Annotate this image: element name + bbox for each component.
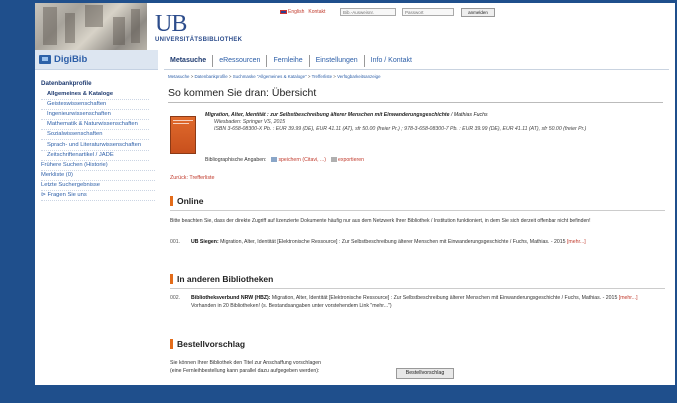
record-details: Migration, Alter, Identität : zur Selbst… (205, 112, 665, 133)
other-libraries-header: In anderen Bibliotheken (170, 274, 273, 284)
book-cover (170, 116, 196, 154)
breadcrumb: Metasuche > Datenbankprofile > Suchmaske… (168, 74, 381, 79)
record-author: / Mathias Fuchs (449, 112, 488, 118)
title-divider (168, 102, 663, 103)
online-section-header: Online (170, 196, 203, 206)
hit-source: UB Siegen: (191, 239, 219, 245)
logo-subtitle: UNIVERSITÄTSBIBLIOTHEK (155, 37, 243, 43)
profiles-heading: Datenbankprofile (41, 80, 92, 87)
crumb-metasuche[interactable]: Metasuche (168, 74, 189, 79)
recent-results-link[interactable]: Letzte Suchergebnisse (41, 181, 155, 191)
tab-einstellungen[interactable]: Einstellungen (308, 55, 364, 67)
export-icon (331, 157, 338, 163)
other-divider (170, 288, 665, 289)
back-to-results-link[interactable]: Zurück: Trefferliste (170, 175, 215, 181)
record-publisher: Wiesbaden: Springer VS, 2015 (214, 119, 286, 125)
nav-divider (164, 69, 669, 70)
sidebar-item-humanities[interactable]: Geisteswissenschaften (41, 100, 149, 110)
hit-text: Migration, Alter, Identität [Elektronisc… (270, 295, 619, 301)
sidebar-item-engineering[interactable]: Ingenieurwissenschaften (41, 110, 149, 120)
header-photo (35, 3, 147, 50)
tab-info-kontakt[interactable]: Info / Kontakt (363, 55, 418, 67)
library-card-input[interactable] (340, 8, 396, 16)
tab-eressourcen[interactable]: eRessourcen (212, 55, 266, 67)
suggestion-heading: Bestellvorschlag (177, 339, 246, 349)
page-title: So kommen Sie dran: Übersicht (168, 87, 317, 99)
ask-us-label: Fragen Sie uns (47, 192, 87, 198)
brand-label: DigiBib (54, 54, 88, 65)
crumb-searchform[interactable]: Suchmaske "Allgemeines & Kataloge" (233, 74, 307, 79)
hit-number: 002. (170, 295, 181, 301)
ub-logo[interactable]: UB UNIVERSITÄTSBIBLIOTHEK (155, 12, 255, 46)
digibib-brand[interactable]: DigiBib (35, 50, 158, 70)
more-link[interactable]: [mehr...] (567, 239, 586, 245)
record-isbn: ISBN 3-658-08300-X Pb. : EUR 39.99 (DE),… (214, 126, 587, 132)
hit-text: Migration, Alter, Identität [Elektronisc… (218, 239, 567, 245)
save-citavi-link[interactable]: speichern (Citavi, ...) (271, 157, 326, 163)
watchlist-link[interactable]: Merkliste (0) (41, 171, 155, 181)
sidebar-item-social[interactable]: Sozialwissenschaften (41, 130, 149, 140)
main-nav: Metasuche eRessourcen Fernleihe Einstell… (164, 53, 418, 69)
ask-us-link[interactable]: ⊳ Fragen Sie uns (41, 191, 155, 201)
section-marker (170, 196, 173, 206)
hit-source: Bibliotheksverbund NRW (HBZ): (191, 295, 271, 301)
online-hit: 001. UB Siegen: Migration, Alter, Identi… (170, 239, 665, 247)
section-marker (170, 339, 173, 349)
suggestion-line-2: (eine Fernleihbestellung kann parallel d… (170, 368, 320, 374)
tab-metasuche[interactable]: Metasuche (164, 55, 212, 67)
page-frame: UB UNIVERSITÄTSBIBLIOTHEK English Kontak… (35, 3, 675, 385)
crumb-results[interactable]: Trefferliste (312, 74, 333, 79)
history-link[interactable]: Frühere Suchen (Historie) (41, 161, 155, 171)
login-button[interactable]: anmelden (461, 8, 495, 17)
crumb-availability: Verfügbarkeitsanzeige (337, 74, 381, 79)
tab-fernleihe[interactable]: Fernleihe (266, 55, 308, 67)
online-divider (170, 210, 665, 211)
other-heading: In anderen Bibliotheken (177, 274, 274, 284)
contact-link[interactable]: Kontakt (308, 9, 325, 15)
uk-flag-icon (280, 9, 287, 14)
section-marker (170, 274, 173, 284)
holdings-note: Vorhanden in 20 Bibliotheken! (s. Bestan… (191, 302, 392, 309)
purchase-suggestion-button[interactable]: Bestellvorschlag (396, 368, 454, 379)
password-input[interactable] (402, 8, 454, 16)
sidebar: DigiBib Datenbankprofile Allgemeines & K… (35, 50, 158, 385)
export-link[interactable]: exportieren (331, 157, 364, 163)
biblio-label: Bibliographische Angaben: (205, 157, 267, 163)
save-icon (271, 157, 278, 163)
sidebar-item-science[interactable]: Mathematik & Naturwissenschaften (41, 120, 149, 130)
crumb-profiles[interactable]: Datenbankprofile (195, 74, 228, 79)
english-link[interactable]: English (280, 9, 304, 15)
more-link[interactable]: [mehr...] (619, 295, 638, 301)
top-links: English Kontakt (280, 9, 325, 15)
suggestion-text: Sie können Ihrer Bibliothek den Titel zu… (170, 359, 321, 375)
record-title: Migration, Alter, Identität : zur Selbst… (205, 112, 450, 118)
hit-number: 001. (170, 239, 181, 245)
online-heading: Online (177, 196, 204, 206)
suggestion-line-1: Sie können Ihrer Bibliothek den Titel zu… (170, 360, 322, 366)
logo-mark: UB (155, 11, 187, 37)
digibib-icon (39, 55, 51, 64)
suggestion-header: Bestellvorschlag (170, 339, 245, 349)
sidebar-item-general[interactable]: Allgemeines & Kataloge (41, 90, 149, 100)
online-access-note: Bitte beachten Sie, dass der direkte Zug… (170, 218, 591, 224)
biblio-actions: Bibliographische Angaben: speichern (Cit… (205, 157, 364, 163)
other-hit: 002. Bibliotheksverbund NRW (HBZ): Migra… (170, 295, 665, 310)
sidebar-item-journals[interactable]: Zeitschriftenartikel / JADE (41, 151, 149, 161)
sidebar-item-linguistics[interactable]: Sprach- und Literaturwissenschaften (41, 140, 149, 151)
